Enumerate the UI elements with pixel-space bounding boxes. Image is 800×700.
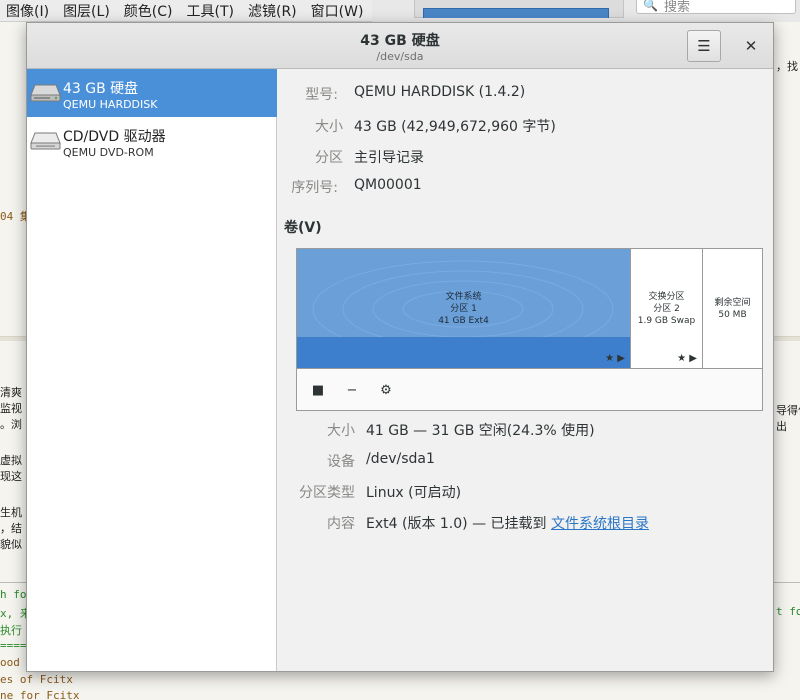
volume-size: 41 GB Ext4 <box>438 315 489 326</box>
background-text: 貌似 <box>0 538 22 551</box>
menu-windows[interactable]: 窗口(W) <box>311 1 364 21</box>
device-value: /dev/sda1 <box>366 451 435 467</box>
menu-image[interactable]: 图像(I) <box>6 1 49 21</box>
background-code-line: 执行 <box>0 624 22 637</box>
background-text: 虚拟 <box>0 454 22 467</box>
dialog-titlebar: 43 GB 硬盘 /dev/sda ☰ ✕ <box>27 23 773 69</box>
background-menubar: 图像(I) 图层(L) 颜色(C) 工具(T) 滤镜(R) 窗口(W) <box>0 0 372 22</box>
background-text: 出 <box>776 420 787 433</box>
background-code-line: h fo <box>0 588 27 601</box>
menu-filters[interactable]: 滤镜(R) <box>248 1 297 21</box>
background-search-input[interactable]: 🔍 搜索 <box>636 0 796 15</box>
volume-toolbar: ■ − ⚙ <box>297 368 762 410</box>
background-divider <box>0 336 26 341</box>
volume-partition: 分区 1 <box>450 303 477 314</box>
disks-dialog: 43 GB 硬盘 /dev/sda ☰ ✕ 43 GB 硬盘 QEMU HARD… <box>26 22 774 672</box>
mount-point-link[interactable]: 文件系统根目录 <box>551 516 649 532</box>
drive-details: 型号: QEMU HARDDISK (1.4.2) 大小 43 GB (42,9… <box>278 69 773 671</box>
close-button[interactable]: ✕ <box>735 30 767 62</box>
mounted-star-icon: ★ ▶ <box>605 353 625 364</box>
gears-icon[interactable]: ⚙ <box>375 379 397 401</box>
background-text: 现这 <box>0 470 22 483</box>
serial-label: 序列号: <box>291 180 338 196</box>
search-icon: 🔍 <box>643 0 658 12</box>
background-text: 生机 <box>0 506 22 519</box>
volume-type: 文件系统 <box>445 291 482 302</box>
background-code-line: t fo <box>776 605 800 618</box>
partitioning-value: 主引导记录 <box>354 150 424 166</box>
volume-map: 文件系统 分区 1 41 GB Ext4 ★ ▶ 交换分区 分区 2 1.9 G… <box>296 248 763 411</box>
background-divider <box>774 336 800 341</box>
contents-label: 内容 <box>327 516 355 532</box>
background-code-line: ne for Fcitx <box>0 689 80 700</box>
device-label: 设备 <box>327 454 355 470</box>
volume-partition-2[interactable]: 交换分区 分区 2 1.9 GB Swap ★ ▶ <box>630 249 702 368</box>
size-value: 43 GB (42,949,672,960 字节) <box>354 119 556 135</box>
volume-partition: 分区 2 <box>653 303 680 314</box>
drive-item-optical[interactable]: CD/DVD 驱动器 QEMU DVD-ROM <box>27 117 277 165</box>
delete-partition-icon[interactable]: − <box>341 379 363 401</box>
contents-value: Ext4 (版本 1.0) — 已挂载到 文件系统根目录 <box>366 513 649 533</box>
background-code-line: ==== <box>0 639 27 652</box>
volume-type: 交换分区 <box>648 291 685 302</box>
background-text: ，结 <box>0 522 22 535</box>
dialog-title: 43 GB 硬盘 <box>360 33 440 49</box>
search-placeholder: 搜索 <box>663 0 690 15</box>
menu-button[interactable]: ☰ <box>687 30 721 62</box>
drive-item-harddisk[interactable]: 43 GB 硬盘 QEMU HARDDISK <box>27 69 277 117</box>
mounted-star-icon: ★ ▶ <box>677 353 697 364</box>
drive-model: QEMU DVD-ROM <box>63 146 154 159</box>
menu-colors[interactable]: 颜色(C) <box>124 1 173 21</box>
background-text: 监视 <box>0 402 22 415</box>
partition-type-value: Linux (可启动) <box>366 485 462 501</box>
volume-partition-1[interactable]: 文件系统 分区 1 41 GB Ext4 ★ ▶ <box>297 249 630 368</box>
drive-name: CD/DVD 驱动器 <box>63 129 166 145</box>
partition-type-label: 分区类型 <box>299 485 355 501</box>
volume-size-label: 大小 <box>327 423 355 439</box>
contents-text: Ext4 (版本 1.0) — 已挂载到 <box>366 516 551 532</box>
volumes-heading: 卷(V) <box>284 220 322 236</box>
background-text: ，找 <box>776 60 798 73</box>
dialog-subtitle: /dev/sda <box>376 50 424 63</box>
volume-size: 1.9 GB Swap <box>637 315 696 326</box>
size-label: 大小 <box>315 119 343 135</box>
serial-value: QM00001 <box>354 177 422 193</box>
background-text: 清爽 <box>0 386 22 399</box>
menu-tools[interactable]: 工具(T) <box>187 1 234 21</box>
menu-layer[interactable]: 图层(L) <box>63 1 110 21</box>
drive-name: 43 GB 硬盘 <box>63 81 139 97</box>
model-value: QEMU HARDDISK (1.4.2) <box>354 84 526 100</box>
harddisk-icon <box>30 84 61 102</box>
background-text: 。浏 <box>0 418 22 431</box>
background-panel <box>414 0 624 18</box>
hamburger-icon: ☰ <box>697 37 711 55</box>
drive-model: QEMU HARDDISK <box>63 98 158 111</box>
drive-list: 43 GB 硬盘 QEMU HARDDISK CD/DVD 驱动器 QEMU D… <box>27 69 277 671</box>
background-text: 导得住 <box>776 404 800 417</box>
volume-free-space[interactable]: 剩余空间 50 MB <box>702 249 762 368</box>
close-icon: ✕ <box>744 37 758 55</box>
volume-size-value: 41 GB — 31 GB 空闲(24.3% 使用) <box>366 423 595 439</box>
background-code-line: es of Fcitx <box>0 673 73 686</box>
volume-type: 剩余空间 <box>714 297 751 308</box>
partitioning-label: 分区 <box>315 150 343 166</box>
volume-label: 文件系统 分区 1 41 GB Ext4 <box>438 291 489 327</box>
stop-icon[interactable]: ■ <box>307 379 329 401</box>
volume-size: 50 MB <box>718 309 747 320</box>
model-label: 型号: <box>305 87 338 103</box>
optical-drive-icon <box>30 132 61 150</box>
